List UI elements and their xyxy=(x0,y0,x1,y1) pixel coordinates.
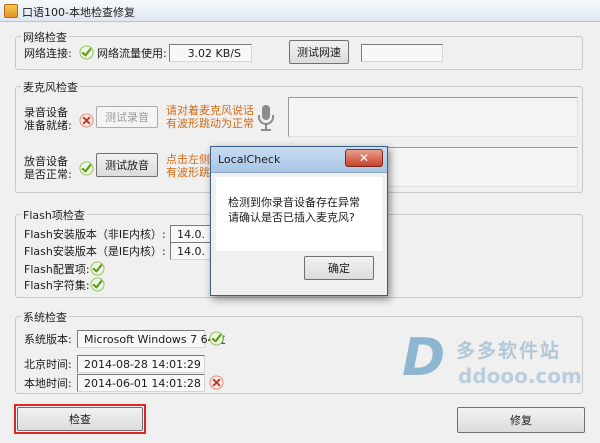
local-time-field: 2014-06-01 14:01:28 xyxy=(77,374,205,392)
record-waveform-panel xyxy=(288,97,578,137)
beijing-time-field: 2014-08-28 14:01:29 xyxy=(77,355,205,373)
watermark-en-text: ddooo.com xyxy=(458,364,582,388)
check-button[interactable]: 检查 xyxy=(17,407,143,431)
title-bar: 口语100-本地检查修复 xyxy=(0,0,600,22)
app-icon xyxy=(4,4,18,18)
play-device-label: 放音设备 是否正常: xyxy=(24,155,72,181)
x-circle-icon xyxy=(79,113,94,128)
network-group-label: 网络检查 xyxy=(21,29,69,45)
check-circle-icon xyxy=(79,161,94,176)
system-group-label: 系统检查 xyxy=(21,309,69,325)
system-version-field: Microsoft Windows 7 64位 xyxy=(77,330,226,348)
check-circle-icon xyxy=(90,277,105,292)
flash-config-label: Flash配置项: xyxy=(24,263,90,276)
watermark-cn-text: 多多软件站 xyxy=(456,340,562,362)
watermark-logo: D 多多软件站 ddooo.com xyxy=(396,328,596,408)
beijing-time-label: 北京时间: xyxy=(24,358,72,371)
repair-button[interactable]: 修复 xyxy=(457,407,585,433)
test-record-button[interactable]: 测试录音 xyxy=(96,106,158,128)
dialog-title: LocalCheck xyxy=(218,153,281,166)
watermark-letter: D xyxy=(402,328,446,388)
flash-non-ie-label: Flash安装版本（非IE内核）: xyxy=(24,228,166,241)
local-time-label: 本地时间: xyxy=(24,377,72,390)
dialog-body: 检测到你录音设备存在异常 请确认是否已插入麦克风? xyxy=(216,177,382,251)
network-traffic-field: 3.02 KB/S xyxy=(169,44,252,62)
test-speed-button[interactable]: 测试网速 xyxy=(289,40,349,64)
x-circle-icon xyxy=(209,375,224,390)
flash-ie-label: Flash安装版本（是IE内核）: xyxy=(24,245,166,258)
window-title: 口语100-本地检查修复 xyxy=(22,6,135,19)
network-connect-label: 网络连接: xyxy=(24,47,72,60)
close-icon[interactable]: ✕ xyxy=(345,149,383,167)
localcheck-dialog: LocalCheck ✕ 检测到你录音设备存在异常 请确认是否已插入麦克风? 确… xyxy=(210,146,388,296)
flash-group-label: Flash项检查 xyxy=(21,207,87,223)
test-play-button[interactable]: 测试放音 xyxy=(96,153,158,177)
record-device-label: 录音设备 准备就绪: xyxy=(24,106,72,132)
check-circle-icon xyxy=(79,45,94,60)
system-version-label: 系统版本: xyxy=(24,333,72,346)
check-circle-icon xyxy=(90,261,105,276)
dialog-ok-button[interactable]: 确定 xyxy=(304,256,374,280)
flash-charset-label: Flash字符集: xyxy=(24,279,90,292)
check-circle-icon xyxy=(209,331,224,346)
microphone-icon xyxy=(254,104,278,135)
mic-group-label: 麦克风检查 xyxy=(21,79,80,95)
record-hint: 请对着麦克风说话 有波形跳动为正常 xyxy=(166,104,254,130)
dialog-title-bar: LocalCheck ✕ xyxy=(211,147,387,173)
network-result-field xyxy=(361,44,443,62)
dialog-message: 检测到你录音设备存在异常 请确认是否已插入麦克风? xyxy=(228,196,360,224)
network-traffic-label: 网络流量使用: xyxy=(97,47,167,60)
